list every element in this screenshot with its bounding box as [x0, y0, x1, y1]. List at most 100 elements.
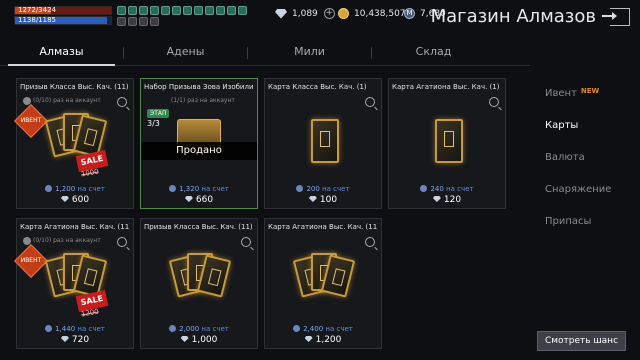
- shop-item-card[interactable]: Карта Агатиона Выс. Кач. (11) (0/10) раз…: [14, 218, 134, 349]
- cost-suffix: на счет: [201, 325, 229, 333]
- mp-text: 1138/1185: [18, 16, 56, 24]
- item-cost: 200 на счет: [265, 185, 381, 193]
- card-pack-image: [168, 249, 232, 319]
- price-value: 1,000: [191, 335, 218, 345]
- category-cards[interactable]: Карты: [536, 110, 640, 142]
- item-cost: 1,440 на счет: [17, 325, 133, 333]
- shop-item-card[interactable]: Призыв Класса Выс. Кач. (11) (0/10) раз …: [14, 78, 134, 209]
- view-chance-button[interactable]: Смотреть шанс: [537, 331, 626, 351]
- price-value: 120: [443, 195, 462, 205]
- price-value: 100: [319, 195, 338, 205]
- status-icon: [139, 17, 148, 26]
- purchase-limit: (1/1) раз на аккаунт: [171, 97, 235, 104]
- price-value: 660: [195, 195, 214, 205]
- diamond-icon: [304, 336, 313, 342]
- diamond-icon: [275, 8, 287, 19]
- tab-mileage[interactable]: Мили: [248, 40, 371, 65]
- stage-count: 3/3: [147, 119, 160, 128]
- item-cost: 240 на счет: [389, 185, 505, 193]
- item-cost: 1,320 на счет: [141, 185, 257, 193]
- cost-suffix: на счет: [322, 185, 350, 193]
- card-icon: [435, 119, 463, 163]
- status-icon: [150, 17, 159, 26]
- debuff-icons: [117, 17, 159, 26]
- diamond-currency: 1,089 +: [275, 8, 335, 19]
- shop-item-card[interactable]: Набор Призыва Зова Изобилия III (1/1) ра…: [140, 78, 258, 209]
- diamond-icon: [180, 336, 189, 342]
- item-cost: 1,200 на счет: [17, 185, 133, 193]
- shop-item-card[interactable]: Карта Класса Выс. Кач. (1) 200 на счет 1…: [264, 78, 382, 209]
- buff-icon: [205, 6, 214, 15]
- add-diamonds-button[interactable]: +: [323, 8, 335, 19]
- item-name: Карта Агатиона Выс. Кач. (1): [392, 83, 500, 91]
- zoom-icon[interactable]: [365, 97, 375, 107]
- tab-adena[interactable]: Адены: [124, 40, 247, 65]
- item-price: 660: [141, 195, 257, 205]
- diamond-icon: [184, 196, 193, 202]
- buff-icon: [183, 6, 192, 15]
- buff-icon: [238, 6, 247, 15]
- stage-label: ЭТАП: [147, 109, 170, 118]
- event-label: ИВЕНТ: [20, 117, 42, 124]
- mileage-icon: [169, 185, 177, 192]
- buff-icon: [128, 6, 137, 15]
- price-value: 720: [71, 335, 90, 345]
- mileage-icon: [45, 185, 53, 192]
- event-label: ИВЕНТ: [20, 257, 42, 264]
- category-currency[interactable]: Валюта: [536, 142, 640, 174]
- card-pack-image: [292, 249, 356, 319]
- hp-bar: 1272/3424: [14, 6, 112, 15]
- buff-icon: [161, 6, 170, 15]
- exit-arrow-icon: [602, 12, 617, 20]
- purchase-limit: (0/10) раз на аккаунт: [33, 97, 101, 104]
- gold-coin-icon: [338, 8, 349, 19]
- shop-item-card[interactable]: Призыв Класса Выс. Кач. (11) 2,000 на сч…: [140, 218, 258, 349]
- diamond-icon: [60, 336, 69, 342]
- mileage-icon: [169, 325, 177, 332]
- status-icon: [128, 17, 137, 26]
- category-supplies[interactable]: Припасы: [536, 206, 640, 238]
- item-name: Набор Призыва Зова Изобилия III: [144, 83, 254, 91]
- tab-diamonds[interactable]: Алмазы: [0, 40, 123, 66]
- item-price: 1,200: [265, 335, 381, 345]
- item-name: Призыв Класса Выс. Кач. (11): [144, 223, 253, 231]
- cost-suffix: на счет: [77, 185, 105, 193]
- price-value: 600: [71, 195, 90, 205]
- shop-item-card[interactable]: Карта Агатиона Выс. Кач. (11) 2,400 на с…: [264, 218, 382, 349]
- item-price: 720: [17, 335, 133, 345]
- diamond-icon: [60, 196, 69, 202]
- zoom-icon[interactable]: [365, 237, 375, 247]
- diamond-icon: [432, 196, 441, 202]
- item-name: Призыв Класса Выс. Кач. (11): [20, 83, 129, 91]
- cost-value: 2,000: [179, 325, 200, 333]
- zoom-icon[interactable]: [117, 97, 127, 107]
- cost-value: 240: [430, 185, 444, 193]
- item-price: 1,000: [141, 335, 257, 345]
- item-name: Карта Класса Выс. Кач. (1): [268, 83, 367, 91]
- category-event[interactable]: Ивент NEW: [536, 78, 640, 110]
- cost-suffix: на счет: [77, 325, 105, 333]
- zoom-icon[interactable]: [117, 237, 127, 247]
- cost-value: 200: [306, 185, 320, 193]
- diamond-icon: [308, 196, 317, 202]
- tab-storage[interactable]: Склад: [372, 40, 495, 65]
- shop-tabs: Алмазы Адены Мили Склад: [0, 40, 530, 66]
- item-price: 100: [265, 195, 381, 205]
- category-menu: Ивент NEW Карты Валюта Снаряжение Припасы: [536, 78, 640, 238]
- item-cost: 2,400 на счет: [265, 325, 381, 333]
- shop-item-card[interactable]: Карта Агатиона Выс. Кач. (1) 240 на счет…: [388, 78, 506, 209]
- category-equipment[interactable]: Снаряжение: [536, 174, 640, 206]
- item-cost: 2,000 на счет: [141, 325, 257, 333]
- gold-value: 10,438,507: [354, 8, 406, 19]
- cost-suffix: на счет: [201, 185, 229, 193]
- card-image: [293, 109, 353, 179]
- zoom-icon[interactable]: [489, 97, 499, 107]
- zoom-icon[interactable]: [241, 237, 251, 247]
- buff-icon: [216, 6, 225, 15]
- exit-button[interactable]: [602, 8, 630, 26]
- cost-value: 1,200: [55, 185, 76, 193]
- item-price: 120: [389, 195, 505, 205]
- item-price: 600: [17, 195, 133, 205]
- mileage-icon: [45, 325, 53, 332]
- purchase-limit: (0/10) раз на аккаунт: [33, 237, 101, 244]
